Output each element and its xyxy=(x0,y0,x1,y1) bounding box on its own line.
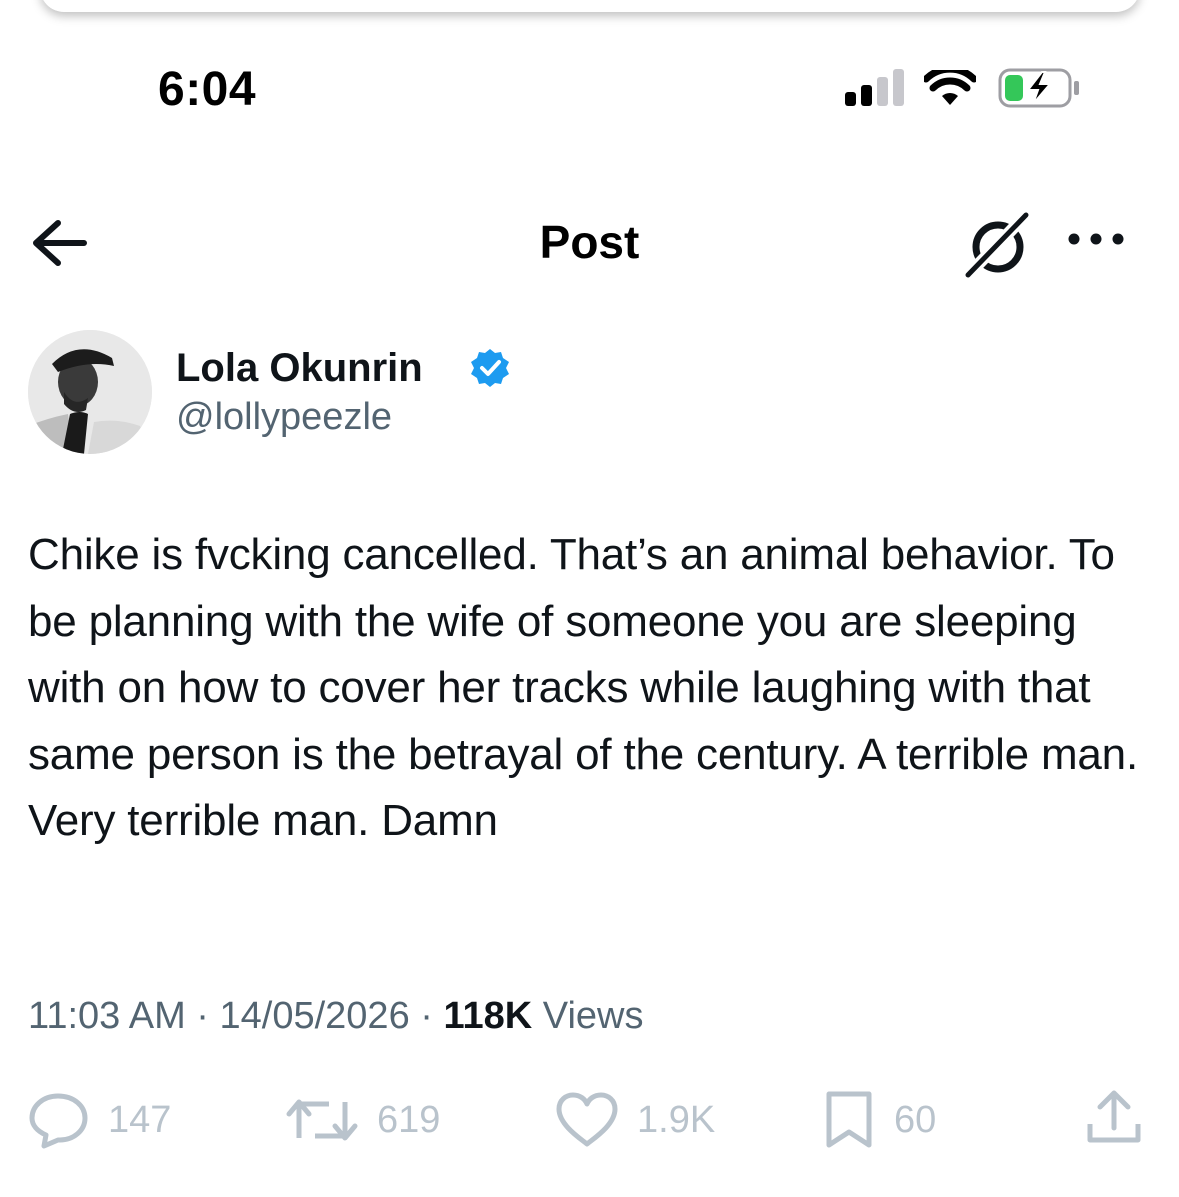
verified-badge-icon xyxy=(471,349,509,387)
status-clock: 6:04 xyxy=(158,63,257,116)
reply-icon xyxy=(29,1093,88,1149)
tweet-meta: 11:03 AM · 14/05/2026 · 118K Views xyxy=(28,995,643,1038)
views-label[interactable]: Views xyxy=(543,995,644,1037)
reply-button[interactable]: 147 xyxy=(28,1085,171,1155)
meta-separator: · xyxy=(196,995,209,1037)
like-icon xyxy=(556,1092,618,1147)
repost-icon xyxy=(286,1099,358,1141)
status-bar: 6:04 xyxy=(0,0,1179,150)
share-icon xyxy=(1087,1090,1141,1143)
grok-button[interactable] xyxy=(962,209,1034,281)
author-name[interactable]: Lola Okunrin xyxy=(176,346,423,391)
tweet-author: Lola Okunrin @lollypeezle xyxy=(28,330,1148,460)
grok-icon xyxy=(962,209,1032,281)
bookmark-button[interactable]: 60 xyxy=(822,1085,936,1155)
wifi-icon xyxy=(924,70,976,105)
views-count[interactable]: 118K xyxy=(443,995,532,1037)
like-count: 1.9K xyxy=(637,1098,716,1141)
author-handle[interactable]: @lollypeezle xyxy=(176,396,392,439)
bookmark-count: 60 xyxy=(894,1098,937,1141)
share-button[interactable] xyxy=(1084,1088,1144,1148)
avatar[interactable] xyxy=(28,330,152,454)
avatar-image xyxy=(28,330,152,454)
cellular-signal-icon xyxy=(845,69,904,106)
bookmark-icon xyxy=(826,1091,872,1148)
tweet-time[interactable]: 11:03 AM xyxy=(28,995,186,1037)
battery-charging-icon xyxy=(998,68,1079,108)
repost-button[interactable]: 619 xyxy=(285,1085,440,1155)
reply-count: 147 xyxy=(108,1098,172,1141)
more-horizontal-icon xyxy=(1068,233,1124,245)
meta-separator: · xyxy=(420,995,433,1037)
more-button[interactable] xyxy=(1064,227,1128,251)
tweet-text: Chike is fvcking cancelled. That’s an an… xyxy=(28,530,1138,845)
action-bar: 147 619 1.9K 60 xyxy=(0,1085,1179,1155)
repost-count: 619 xyxy=(377,1098,441,1141)
like-button[interactable]: 1.9K xyxy=(555,1085,715,1155)
tweet-date[interactable]: 14/05/2026 xyxy=(220,995,410,1037)
nav-bar: Post xyxy=(0,195,1179,295)
